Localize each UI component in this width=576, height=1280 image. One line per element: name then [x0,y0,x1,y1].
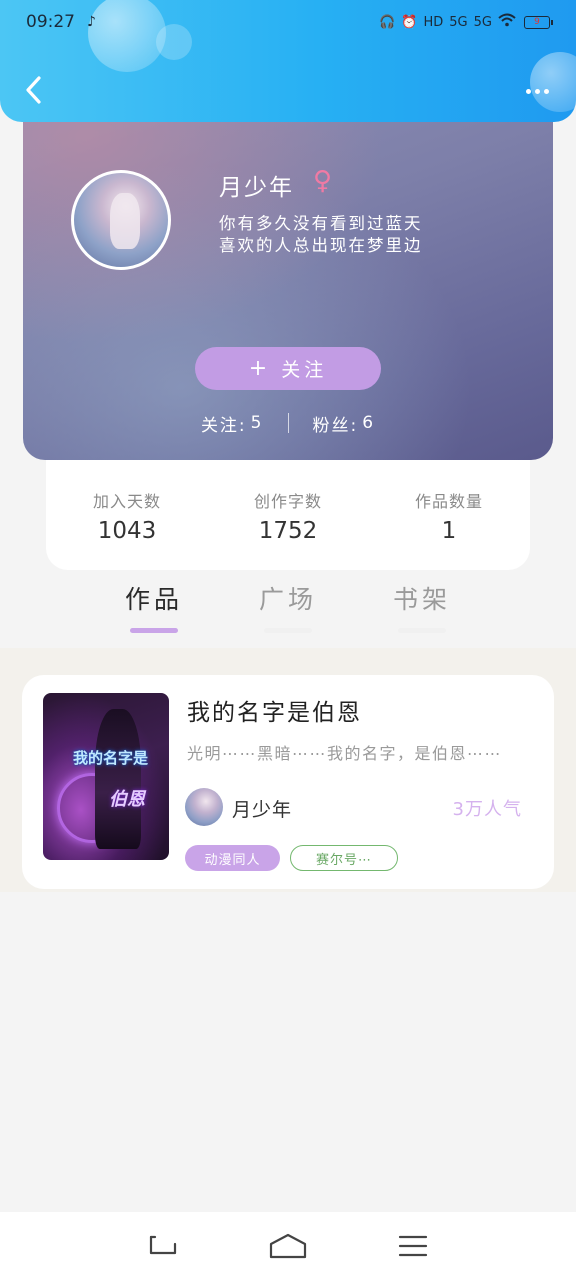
profile-card: 月少年 ♀ 你有多久没有看到过蓝天 喜欢的人总出现在梦里边 + 关注 关注: 5… [23,100,553,460]
tag-anime-fanfic[interactable]: 动漫同人 [185,845,280,871]
tab-label: 广场 [258,585,317,614]
stat-label: 加入天数 [92,492,161,511]
home-icon [269,1233,307,1259]
following-count[interactable]: 关注: 5 [201,411,264,436]
user-bio-line: 你有多久没有看到过蓝天 [219,214,423,233]
wifi-icon [498,13,516,31]
battery-icon: 9 [524,15,553,29]
tab-bookshelf[interactable]: 书架 [393,580,451,646]
nav-home-button[interactable] [258,1224,318,1268]
tab-square[interactable]: 广场 [259,580,317,646]
tab-label: 书架 [393,585,452,614]
popularity-count: 3万人气 [452,799,522,820]
tab-indicator [398,628,446,633]
tiktok-icon: ♪ [87,14,96,30]
author-name[interactable]: 月少年 [232,795,292,822]
back-button[interactable] [18,72,48,108]
stat-value: 1752 [258,518,318,544]
more-dot-icon [534,88,540,94]
follow-button[interactable]: + 关注 [195,347,381,390]
alarm-icon: ⏰ [401,14,418,30]
stat-label: 创作字数 [253,492,322,511]
tab-indicator [263,628,312,633]
user-bio-line: 喜欢的人总出现在梦里边 [219,236,423,255]
tag-seer[interactable]: 赛尔号⋯ [290,845,398,871]
nav-back-button[interactable] [133,1224,193,1268]
system-nav-bar [0,1212,576,1280]
work-description: 光明⋯⋯黑暗⋯⋯我的名字，是伯恩⋯⋯ [187,744,503,763]
user-avatar[interactable] [71,170,171,270]
tab-works[interactable]: 作品 [125,580,183,646]
work-card[interactable]: 我的名字是 伯恩 我的名字是伯恩 光明⋯⋯黑暗⋯⋯我的名字，是伯恩⋯⋯ 月少年 … [22,675,554,889]
stats-card: 加入天数 1043 创作字数 1752 作品数量 1 [46,458,530,570]
fans-count[interactable]: 粉丝: 6 [313,411,376,436]
more-options-button[interactable] [520,80,554,102]
signal-5g-icon: 5G [449,14,468,30]
follow-button-label: 关注 [281,359,328,381]
user-name: 月少年 [219,175,294,201]
follow-counts: 关注: 5 粉丝: 6 [23,410,553,436]
nav-menu-button[interactable] [383,1224,443,1268]
divider [287,413,289,433]
tab-indicator [129,628,178,633]
status-bar: 09:27 ♪ 🎧 ⏰ HD 5G 5G 9 [0,0,576,44]
fans-value: 6 [362,413,376,433]
tab-bar: 作品 广场 书架 [0,580,576,646]
more-dot-icon [525,88,531,94]
headphones-icon: 🎧 [379,14,396,30]
stat-days-joined: 加入天数 1043 [86,488,168,570]
back-arrow-icon [149,1235,176,1255]
chevron-left-icon [26,76,41,104]
cover-text: 我的名字是 [73,749,149,767]
fans-label: 粉丝: [312,415,359,436]
stat-value: 1043 [97,518,157,544]
more-dot-icon [543,88,549,94]
stat-label: 作品数量 [414,492,483,511]
top-header: 09:27 ♪ 🎧 ⏰ HD 5G 5G 9 [0,0,576,122]
following-label: 关注: [200,415,247,436]
status-icons: 🎧 ⏰ HD 5G 5G 9 [379,13,553,31]
tab-label: 作品 [124,585,183,614]
stat-word-count: 创作字数 1752 [247,488,329,570]
work-cover-image[interactable]: 我的名字是 伯恩 [43,693,169,860]
author-avatar[interactable] [185,788,223,826]
cover-decor [95,709,141,849]
hd-icon: HD [423,14,444,30]
plus-icon: + [248,356,268,381]
signal-5g-icon: 5G [473,14,492,30]
work-title[interactable]: 我的名字是伯恩 [187,693,362,727]
following-value: 5 [250,413,264,433]
cover-text: 伯恩 [109,789,145,810]
stat-works-count: 作品数量 1 [408,488,490,570]
menu-icon [399,1235,428,1257]
status-time: 09:27 [26,12,75,32]
female-gender-icon: ♀ [313,166,333,196]
stat-value: 1 [441,518,457,544]
